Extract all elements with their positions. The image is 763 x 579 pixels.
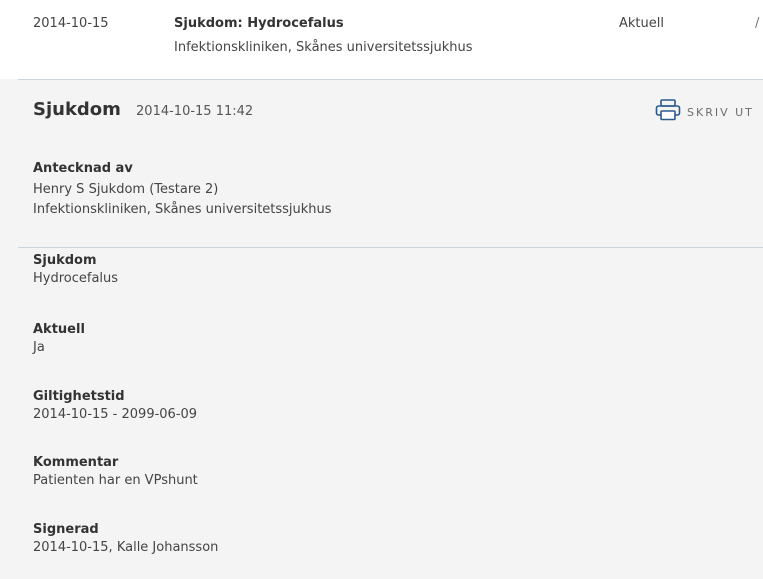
record-list-row[interactable]: 2014-10-15 Sjukdom: Hydrocefalus Infekti…	[0, 0, 763, 79]
row-title: Sjukdom: Hydrocefalus	[174, 16, 344, 31]
field-signerad: Signerad 2014-10-15, Kalle Johansson	[33, 522, 218, 558]
row-divider	[18, 79, 763, 80]
row-date: 2014-10-15	[33, 16, 109, 31]
detail-header: Sjukdom 2014-10-15 11:42	[33, 99, 253, 120]
section-divider	[18, 247, 763, 248]
field-kommentar: Kommentar Patienten har en VPshunt	[33, 455, 198, 491]
row-status: Aktuell	[619, 16, 664, 31]
printer-icon	[655, 99, 681, 125]
row-unit: Infektionskliniken, Skånes universitetss…	[174, 40, 473, 55]
noted-by-unit: Infektionskliniken, Skånes universitetss…	[33, 202, 332, 217]
print-button[interactable]: SKRIV UT	[655, 99, 763, 125]
field-value: Hydrocefalus	[33, 271, 119, 286]
detail-timestamp: 2014-10-15 11:42	[136, 104, 254, 119]
noted-by-section: Antecknad av Henry S Sjukdom (Testare 2)…	[33, 161, 332, 220]
print-label: SKRIV UT	[687, 105, 754, 119]
field-label: Sjukdom	[33, 253, 97, 268]
field-label: Kommentar	[33, 455, 119, 470]
field-aktuell: Aktuell Ja	[33, 322, 85, 358]
noted-by-name: Henry S Sjukdom (Testare 2)	[33, 182, 219, 197]
field-value: 2014-10-15, Kalle Johansson	[33, 540, 219, 555]
detail-title: Sjukdom	[33, 99, 121, 120]
field-sjukdom: Sjukdom Hydrocefalus	[33, 253, 118, 289]
field-value: 2014-10-15 - 2099-06-09	[33, 407, 198, 422]
row-extra: /	[755, 16, 760, 31]
noted-by-label: Antecknad av	[33, 161, 133, 176]
field-value: Ja	[33, 340, 45, 355]
field-label: Aktuell	[33, 322, 85, 337]
field-label: Giltighetstid	[33, 389, 125, 404]
field-label: Signerad	[33, 522, 99, 537]
field-value: Patienten har en VPshunt	[33, 473, 198, 488]
field-giltighetstid: Giltighetstid 2014-10-15 - 2099-06-09	[33, 389, 197, 425]
